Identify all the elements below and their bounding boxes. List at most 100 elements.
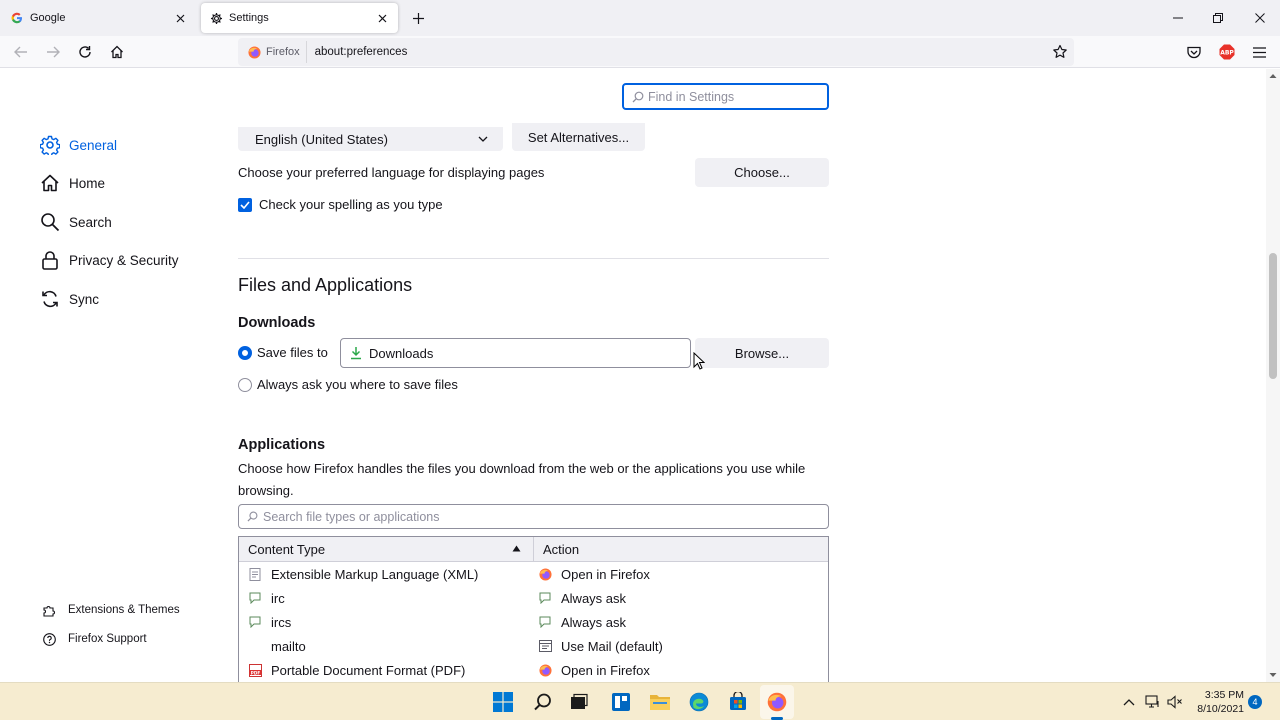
file-explorer-icon[interactable] [648,690,672,714]
menu-icon[interactable] [1248,41,1270,63]
edge-icon[interactable] [687,690,711,714]
navigation-toolbar: Firefox about:preferences ABP [0,36,1280,68]
set-alternatives-button[interactable]: Set Alternatives... [512,123,645,151]
xml-file-icon [248,567,262,581]
home-button[interactable] [106,41,128,63]
widgets-icon[interactable] [609,690,633,714]
sidebar-item-label: Search [69,214,112,230]
pdf-icon: PDF [248,663,262,677]
sidebar-item-privacy-security[interactable]: Privacy & Security [39,247,179,273]
page-scrollbar[interactable] [1266,69,1280,682]
sidebar-footer-label: Firefox Support [68,633,147,645]
gear-icon [39,134,61,156]
action-label: Open in Firefox [561,662,650,678]
help-icon [42,632,56,646]
action-label: Always ask [561,590,627,606]
scroll-up-arrow-icon[interactable] [1269,72,1277,80]
column-header-content-type[interactable]: Content Type [239,537,534,561]
download-icon [351,347,361,360]
reload-button[interactable] [74,41,96,63]
identity-box[interactable]: Firefox [240,41,307,63]
task-view-icon[interactable] [567,690,591,714]
sidebar-footer-label: Extensions & Themes [68,604,180,616]
column-header-label: Action [543,541,580,557]
notification-badge[interactable]: 4 [1248,695,1262,709]
url-text[interactable]: about:preferences [315,46,408,58]
chevron-up-icon[interactable] [1120,693,1138,711]
spellcheck-label[interactable]: Check your spelling as you type [259,197,443,212]
minimize-button[interactable] [1166,6,1190,30]
pocket-button[interactable] [1183,41,1205,63]
always-ask-label[interactable]: Always ask you where to save files [257,377,458,392]
scrollbar-thumb[interactable] [1269,253,1277,379]
save-files-radio[interactable] [238,346,252,360]
back-button[interactable] [10,41,32,63]
choose-language-label: Choose... [734,165,790,180]
content-type-label: mailto [271,638,306,654]
sort-ascending-icon [512,545,521,552]
tab-google[interactable]: Google [2,3,196,33]
applications-description: Choose how Firefox handles the files you… [238,461,806,476]
chat-icon [248,615,262,629]
new-tab-button[interactable] [408,8,428,28]
chevron-down-icon [478,136,488,142]
firefox-icon [538,567,552,581]
download-folder-field[interactable]: Downloads [340,338,691,368]
sidebar-item-general[interactable]: General [39,132,117,158]
google-icon [10,11,24,25]
table-row[interactable]: mailto Use Mail (default) [239,634,828,658]
search-icon[interactable] [531,690,555,714]
forward-button[interactable] [42,41,64,63]
download-folder-name: Downloads [369,345,434,361]
adblock-plus-icon[interactable]: ABP [1216,41,1238,63]
search-file-types-placeholder: Search file types or applications [263,509,440,524]
chat-icon [538,615,552,629]
save-files-label[interactable]: Save files to [257,345,328,360]
table-row[interactable]: ircs Always ask [239,610,828,634]
volume-muted-icon[interactable] [1166,693,1184,711]
sidebar-link-firefox-support[interactable]: Firefox Support [42,632,147,646]
find-in-settings-input[interactable]: Find in Settings [622,83,829,110]
tab-settings[interactable]: Settings [201,3,398,33]
sidebar-item-sync[interactable]: Sync [39,286,99,312]
store-icon[interactable] [726,690,750,714]
spellcheck-checkbox[interactable] [238,198,252,212]
sidebar-link-extensions-themes[interactable]: Extensions & Themes [42,603,180,617]
firefox-icon[interactable] [765,690,789,714]
browse-button[interactable]: Browse... [695,338,829,368]
set-alternatives-label: Set Alternatives... [527,129,630,145]
applications-table: Content Type Action Extensible Markup La… [238,536,829,682]
find-in-settings-placeholder: Find in Settings [648,89,735,104]
scroll-down-arrow-icon[interactable] [1269,671,1277,679]
table-header: Content Type Action [239,537,828,562]
close-icon[interactable] [172,10,188,26]
content-type-label: irc [271,590,285,606]
close-window-button[interactable] [1248,6,1272,30]
bookmark-star-icon[interactable] [1052,44,1068,60]
files-applications-heading: Files and Applications [238,275,413,295]
always-ask-radio[interactable] [238,378,252,392]
url-bar[interactable]: Firefox about:preferences [238,38,1074,66]
search-file-types-input[interactable]: Search file types or applications [238,504,829,529]
table-row[interactable]: irc Always ask [239,586,828,610]
table-row[interactable]: Extensible Markup Language (XML) Open in… [239,562,828,586]
choose-language-button[interactable]: Choose... [695,158,829,187]
sidebar-item-label: Privacy & Security [69,252,179,268]
restore-button[interactable] [1206,6,1230,30]
lock-icon [39,249,61,271]
applications-heading: Applications [238,437,326,453]
table-row[interactable]: PDF Portable Document Format (PDF) Open … [239,658,828,682]
system-clock[interactable]: 3:35 PM 8/10/2021 [1188,688,1244,716]
sidebar-item-search[interactable]: Search [39,209,112,235]
sidebar-item-home[interactable]: Home [39,170,105,196]
search-icon [247,511,258,522]
close-icon[interactable] [374,10,390,26]
column-header-action[interactable]: Action [534,537,828,561]
language-dropdown-value: English (United States) [255,131,388,147]
clock-time: 3:35 PM [1204,689,1244,701]
network-icon[interactable] [1144,693,1162,711]
search-icon [632,91,644,102]
language-dropdown[interactable]: English (United States) [238,127,503,151]
firefox-icon [248,45,261,59]
windows-start-icon[interactable] [491,690,515,714]
